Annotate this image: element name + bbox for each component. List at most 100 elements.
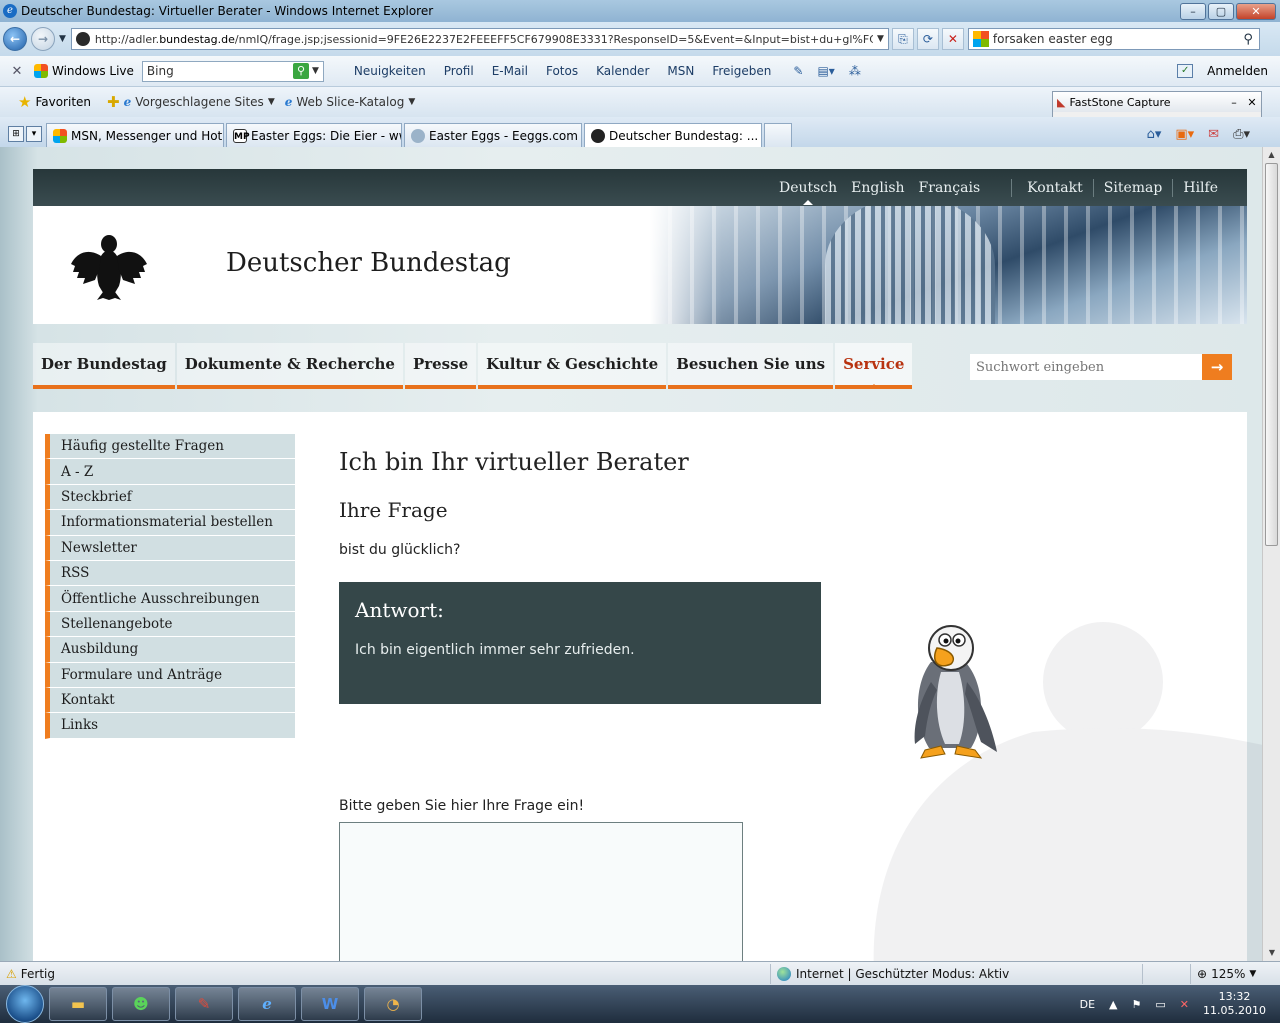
stop-icon[interactable]: ✕: [941, 28, 964, 50]
protected-mode-icon[interactable]: [1142, 963, 1190, 984]
back-button[interactable]: ←: [3, 27, 27, 51]
site-brand[interactable]: Deutscher Bundestag: [226, 248, 511, 278]
zoom-control[interactable]: ⊕ 125% ▼: [1190, 963, 1280, 984]
bundestag-eagle-icon[interactable]: [69, 230, 149, 300]
input-language[interactable]: DE: [1080, 998, 1095, 1011]
address-field[interactable]: http://adler.bundestag.de/nmIQ/frage.jsp…: [70, 28, 889, 50]
forward-button[interactable]: →: [31, 27, 55, 51]
webslice-gallery[interactable]: e Web Slice-Katalog ▼: [285, 95, 416, 109]
scroll-down-icon[interactable]: ▼: [1263, 945, 1280, 961]
start-button[interactable]: [6, 985, 44, 1023]
faststone-taskbar-icon[interactable]: ◔: [364, 987, 422, 1021]
add-favorite-icon[interactable]: ✚: [107, 93, 120, 111]
network-icon[interactable]: ▭: [1155, 998, 1165, 1011]
nav-presse[interactable]: Presse: [404, 343, 477, 389]
suggested-sites[interactable]: e Vorgeschlagene Sites ▼: [124, 95, 275, 109]
signin-link[interactable]: Anmelden: [1207, 64, 1268, 78]
sidebar-item-kontakt[interactable]: Kontakt: [45, 687, 295, 714]
show-hidden-icons-icon[interactable]: ▲: [1109, 998, 1117, 1011]
compatibility-view-icon[interactable]: ⎘: [891, 28, 914, 50]
live-link-msn[interactable]: MSN: [659, 64, 704, 78]
site-search-submit-button[interactable]: →: [1202, 354, 1232, 380]
maximize-button[interactable]: ▢: [1208, 2, 1234, 20]
tab-easter-eggs-die-eier[interactable]: MP Easter Eggs: Die Eier - ww...: [226, 123, 402, 147]
quick-tabs-icon[interactable]: ⊞: [8, 126, 24, 142]
volume-muted-icon[interactable]: ✕: [1180, 998, 1189, 1011]
nav-kultur-geschichte[interactable]: Kultur & Geschichte: [478, 343, 667, 389]
mail-icon[interactable]: ✉: [1208, 127, 1219, 142]
action-center-flag-icon[interactable]: ⚑: [1132, 998, 1142, 1011]
windows-live-brand[interactable]: Windows Live: [34, 64, 134, 78]
sidebar-item-steckbrief[interactable]: Steckbrief: [45, 484, 295, 511]
internet-explorer-taskbar-icon[interactable]: e: [238, 987, 296, 1021]
sidebar-item-ausschreibungen[interactable]: Öffentliche Ausschreibungen: [45, 586, 295, 612]
vertical-scrollbar[interactable]: ▲ ▼: [1262, 147, 1280, 961]
clock[interactable]: 13:32 11.05.2010: [1203, 990, 1266, 1018]
word-taskbar-icon[interactable]: W: [301, 987, 359, 1021]
paint-taskbar-icon[interactable]: ✎: [175, 987, 233, 1021]
search-input[interactable]: forsaken easter egg ⚲: [967, 28, 1260, 50]
live-link-profil[interactable]: Profil: [436, 64, 484, 78]
sidebar-item-rss[interactable]: RSS: [45, 560, 295, 587]
service-link-sitemap[interactable]: Sitemap: [1097, 180, 1170, 196]
sidebar-item-a-z[interactable]: A - Z: [45, 459, 295, 485]
tab-list-icon[interactable]: ▾: [26, 126, 42, 142]
nav-dokumente-recherche[interactable]: Dokumente & Recherche: [176, 343, 403, 389]
scroll-up-icon[interactable]: ▲: [1263, 147, 1280, 163]
bing-go-icon[interactable]: ⚲: [292, 63, 309, 79]
sidebar-item-faq[interactable]: Häufig gestellte Fragen: [45, 434, 295, 460]
close-window-button[interactable]: ✕: [1236, 2, 1276, 20]
tab-msn[interactable]: MSN, Messenger und Hot...: [46, 123, 224, 147]
home-icon[interactable]: ⌂▾: [1147, 127, 1162, 142]
sidebar-item-links[interactable]: Links: [45, 713, 295, 739]
close-toolbar-icon[interactable]: ✕: [0, 64, 34, 79]
history-dropdown-icon[interactable]: ▼: [59, 34, 66, 44]
highlight-icon[interactable]: ✎: [793, 64, 803, 78]
faststone-minimize-button[interactable]: –: [1225, 96, 1243, 109]
favorites-star-icon[interactable]: ★: [18, 93, 31, 111]
sidebar-item-formulare[interactable]: Formulare und Anträge: [45, 662, 295, 688]
explorer-taskbar-icon[interactable]: ▬: [49, 987, 107, 1021]
address-dropdown-icon[interactable]: ▼: [877, 34, 884, 44]
live-link-email[interactable]: E-Mail: [484, 64, 538, 78]
question-input[interactable]: [339, 822, 743, 961]
security-zone[interactable]: Internet | Geschützter Modus: Aktiv: [770, 963, 1142, 984]
windows-live-label: Windows Live: [52, 64, 134, 78]
nav-service[interactable]: Service: [835, 343, 913, 389]
minimize-button[interactable]: –: [1180, 2, 1206, 20]
live-link-kalender[interactable]: Kalender: [588, 64, 659, 78]
live-link-fotos[interactable]: Fotos: [538, 64, 588, 78]
live-link-neuigkeiten[interactable]: Neuigkeiten: [346, 64, 436, 78]
nav-besuchen-sie-uns[interactable]: Besuchen Sie uns: [668, 343, 834, 389]
print-icon[interactable]: ⎙▾: [1233, 127, 1250, 142]
lang-english[interactable]: English: [844, 180, 911, 196]
translate-icon[interactable]: ⁂: [849, 64, 861, 78]
search-icon[interactable]: ⚲: [1243, 32, 1253, 47]
tab-bundestag[interactable]: Deutscher Bundestag: ... ✕: [584, 123, 762, 147]
sidebar-item-stellenangebote[interactable]: Stellenangebote: [45, 611, 295, 638]
service-link-hilfe[interactable]: Hilfe: [1176, 180, 1225, 196]
refresh-icon[interactable]: ⟳: [916, 28, 939, 50]
live-link-freigeben[interactable]: Freigeben: [704, 64, 781, 78]
checkmark-icon[interactable]: ✓: [1177, 64, 1194, 78]
tab-eeggs[interactable]: Easter Eggs - Eeggs.com: [404, 123, 582, 147]
sidebar-item-newsletter[interactable]: Newsletter: [45, 535, 295, 561]
tab-label: Easter Eggs - Eeggs.com: [429, 128, 578, 143]
scroll-thumb[interactable]: [1265, 163, 1278, 546]
bing-search-input[interactable]: Bing ⚲ ▼: [141, 60, 324, 82]
lang-deutsch[interactable]: Deutsch: [772, 180, 844, 205]
faststone-close-button[interactable]: ✕: [1243, 96, 1261, 109]
sidebar-item-informationsmaterial[interactable]: Informationsmaterial bestellen: [45, 510, 295, 536]
site-search-input[interactable]: [970, 354, 1202, 380]
clock-time: 13:32: [1218, 990, 1251, 1003]
new-tab-button[interactable]: [764, 123, 792, 147]
service-link-kontakt[interactable]: Kontakt: [1020, 180, 1090, 196]
nav-der-bundestag[interactable]: Der Bundestag: [33, 343, 175, 389]
sidebar-item-ausbildung[interactable]: Ausbildung: [45, 637, 295, 663]
feeds-icon[interactable]: ▣▾: [1175, 127, 1194, 142]
favorites-button[interactable]: Favoriten: [35, 95, 91, 109]
messenger-taskbar-icon[interactable]: ☻: [112, 987, 170, 1021]
form-fill-icon[interactable]: ▤▾: [817, 64, 834, 78]
lang-francais[interactable]: Français: [912, 180, 988, 196]
bing-dropdown-icon[interactable]: ▼: [312, 66, 319, 76]
